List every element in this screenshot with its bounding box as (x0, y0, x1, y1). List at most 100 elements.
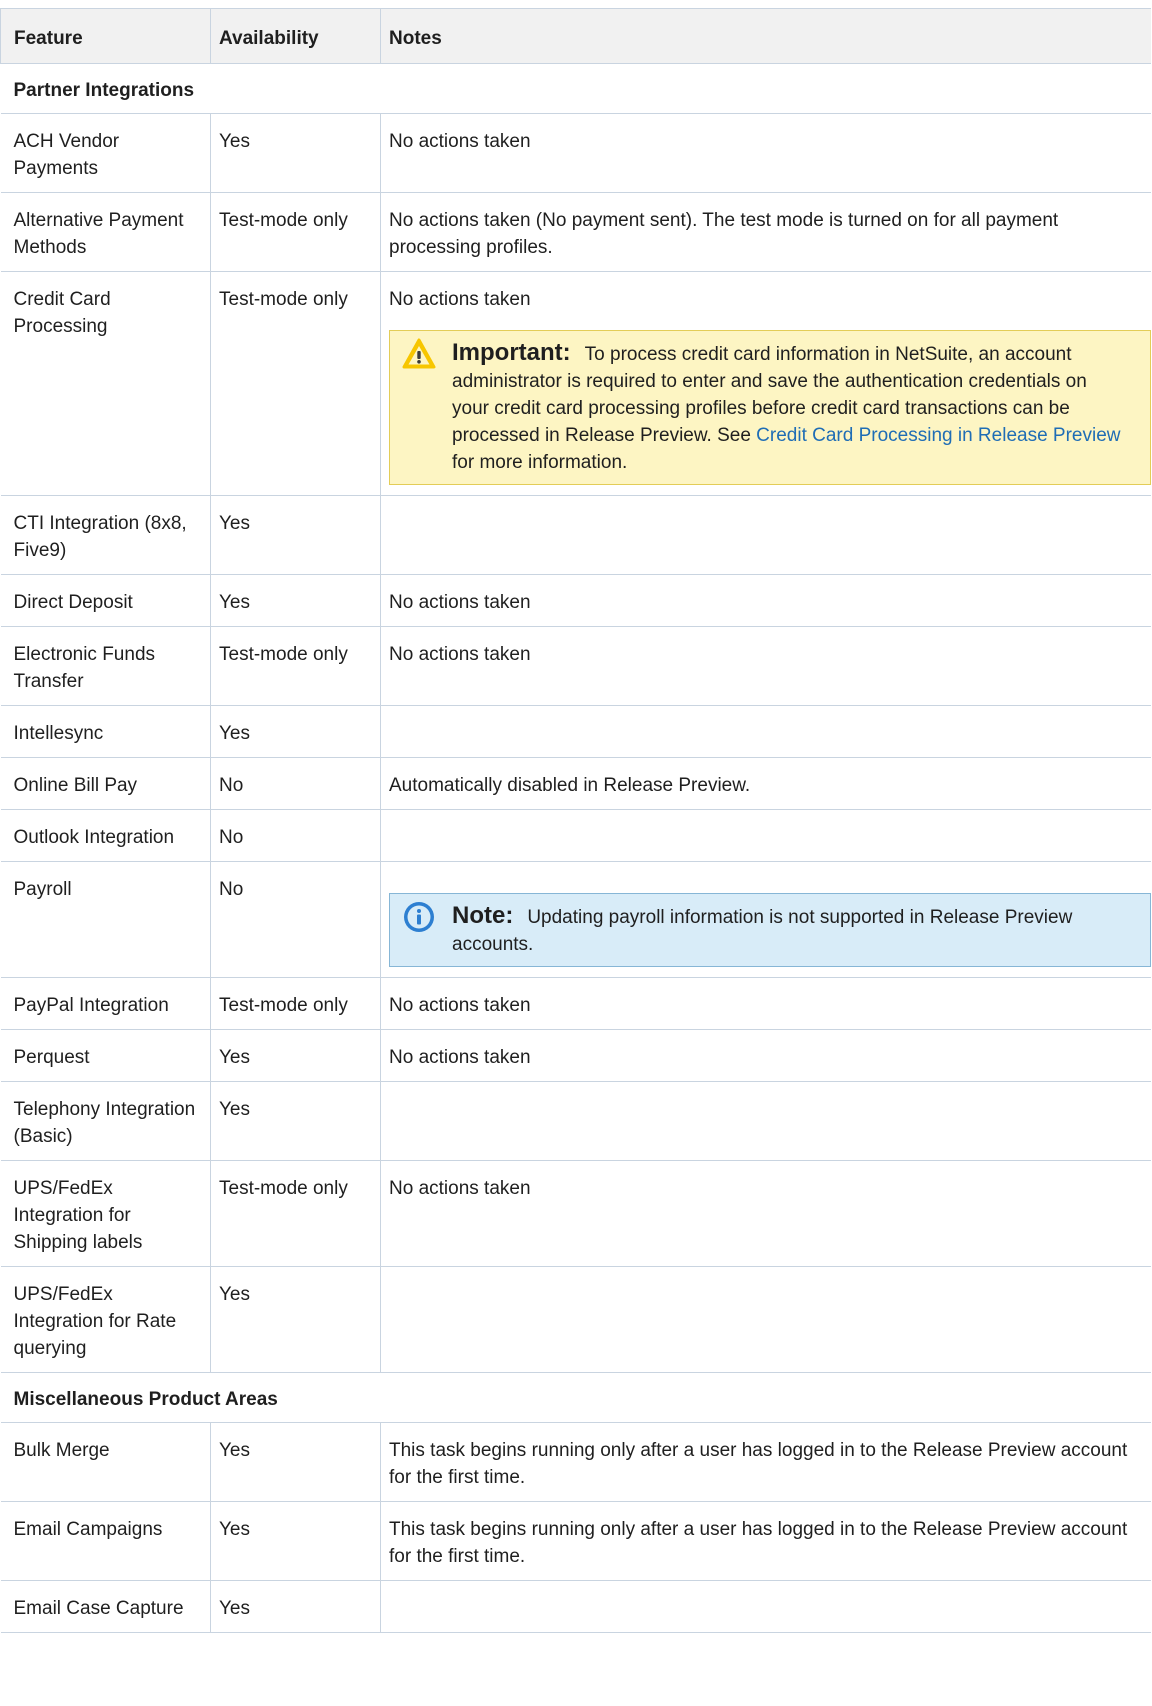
table-row: Direct Deposit Yes No actions taken (0, 574, 1151, 627)
column-header-availability: Availability (210, 8, 381, 64)
table-row: PayPal Integration Test-mode only No actio… (0, 977, 1151, 1030)
feature-cell: Payroll (0, 861, 211, 978)
feature-cell: Online Bill Pay (0, 757, 211, 810)
availability-cell: Yes (210, 1422, 381, 1502)
notes-cell: This task begins running only after a us… (380, 1501, 1151, 1581)
notes-cell: This task begins running only after a us… (380, 1422, 1151, 1502)
table-row: UPS/FedEx Integration for Shipping label… (0, 1160, 1151, 1267)
notes-cell: No actions taken (380, 1029, 1151, 1082)
notes-cell (380, 1580, 1151, 1633)
section-title: Partner Integrations (0, 63, 1151, 114)
table-row: Online Bill Pay No Automatically disabled … (0, 757, 1151, 810)
availability-cell: Yes (210, 1580, 381, 1633)
notes-cell (380, 809, 1151, 862)
important-callout: Important: To process credit card informa… (389, 330, 1151, 485)
notes-text: No actions taken (389, 1178, 531, 1199)
table-row: Alternative Payment Methods Test-mode onl… (0, 192, 1151, 272)
availability-cell: Yes (210, 574, 381, 627)
availability-cell: Yes (210, 113, 381, 193)
table-row: Email Case Capture Yes (0, 1580, 1151, 1633)
availability-cell: Test-mode only (210, 626, 381, 706)
table-row: Email Campaigns Yes This task begins runni… (0, 1501, 1151, 1581)
notes-cell: No actions taken (380, 113, 1151, 193)
availability-cell: Yes (210, 705, 381, 758)
section-header-row: Miscellaneous Product Areas (0, 1372, 1151, 1423)
info-icon (404, 902, 434, 932)
table-row: Perquest Yes No actions taken (0, 1029, 1151, 1082)
callout-title: Important: (452, 339, 571, 366)
notes-cell: Automatically disabled in Release Previe… (380, 757, 1151, 810)
notes-text: No actions taken (389, 995, 531, 1016)
availability-cell: Test-mode only (210, 271, 381, 496)
table-row: UPS/FedEx Integration for Rate querying Y… (0, 1266, 1151, 1373)
availability-cell: No (210, 757, 381, 810)
feature-cell: UPS/FedEx Integration for Rate querying (0, 1266, 211, 1373)
table-row: CTI Integration (8x8, Five9) Yes (0, 495, 1151, 575)
column-header-feature: Feature (0, 8, 211, 64)
notes-cell (380, 495, 1151, 575)
notes-text: Automatically disabled in Release Previe… (389, 775, 751, 796)
feature-cell: Email Campaigns (0, 1501, 211, 1581)
feature-cell: Telephony Integration (Basic) (0, 1081, 211, 1161)
feature-availability-table: Feature Availability Notes Partner Integ… (0, 8, 1151, 1633)
feature-cell: PayPal Integration (0, 977, 211, 1030)
availability-cell: No (210, 861, 381, 978)
table-row: Telephony Integration (Basic) Yes (0, 1081, 1151, 1161)
notes-cell: No actions taken Important: To process cre… (380, 271, 1151, 496)
feature-cell: CTI Integration (8x8, Five9) (0, 495, 211, 575)
table-row: Intellesync Yes (0, 705, 1151, 758)
availability-cell: Yes (210, 1501, 381, 1581)
column-header-notes: Notes (380, 8, 1151, 64)
feature-cell: Intellesync (0, 705, 211, 758)
table-row: ACH Vendor Payments Yes No actions taken (0, 113, 1151, 193)
callout-text-after: for more information. (452, 452, 628, 473)
notes-text: This task begins running only after a us… (389, 1519, 1128, 1567)
notes-text: This task begins running only after a us… (389, 1440, 1128, 1488)
notes-cell: Note: Updating payroll information is not… (380, 861, 1151, 978)
notes-text: No actions taken (389, 592, 531, 613)
feature-cell: Alternative Payment Methods (0, 192, 211, 272)
availability-cell: Test-mode only (210, 192, 381, 272)
section-title: Miscellaneous Product Areas (0, 1372, 1151, 1423)
notes-cell (380, 1266, 1151, 1373)
table-row: Electronic Funds Transfer Test-mode only N… (0, 626, 1151, 706)
feature-cell: Direct Deposit (0, 574, 211, 627)
notes-cell: No actions taken (380, 1160, 1151, 1267)
notes-cell (380, 705, 1151, 758)
feature-cell: Email Case Capture (0, 1580, 211, 1633)
availability-cell: Test-mode only (210, 977, 381, 1030)
availability-cell: Yes (210, 1081, 381, 1161)
notes-text: No actions taken (389, 289, 531, 310)
table-row: Bulk Merge Yes This task begins running on… (0, 1422, 1151, 1502)
table-row: Payroll No Note: Updating payroll informati… (0, 861, 1151, 978)
notes-cell: No actions taken (380, 574, 1151, 627)
warning-icon (402, 338, 436, 369)
callout-link[interactable]: Credit Card Processing in Release Previe… (756, 425, 1120, 446)
table-row: Credit Card Processing Test-mode only No a… (0, 271, 1151, 496)
notes-text: No actions taken (389, 644, 531, 665)
note-callout: Note: Updating payroll information is not… (389, 893, 1151, 967)
feature-cell: ACH Vendor Payments (0, 113, 211, 193)
callout-text: Updating payroll information is not supp… (452, 907, 1073, 955)
feature-cell: UPS/FedEx Integration for Shipping label… (0, 1160, 211, 1267)
feature-cell: Credit Card Processing (0, 271, 211, 496)
notes-cell (380, 1081, 1151, 1161)
callout-title: Note: (452, 902, 514, 929)
availability-cell: Yes (210, 1266, 381, 1373)
table-header-row: Feature Availability Notes (0, 8, 1151, 64)
notes-cell: No actions taken (380, 977, 1151, 1030)
notes-text: No actions taken (389, 1047, 531, 1068)
notes-text: No actions taken (389, 131, 531, 152)
availability-cell: No (210, 809, 381, 862)
notes-text: No actions taken (No payment sent). The … (389, 210, 1059, 258)
notes-cell: No actions taken (No payment sent). The … (380, 192, 1151, 272)
feature-cell: Outlook Integration (0, 809, 211, 862)
availability-cell: Test-mode only (210, 1160, 381, 1267)
availability-cell: Yes (210, 495, 381, 575)
availability-cell: Yes (210, 1029, 381, 1082)
table-row: Outlook Integration No (0, 809, 1151, 862)
feature-cell: Bulk Merge (0, 1422, 211, 1502)
notes-cell: No actions taken (380, 626, 1151, 706)
feature-cell: Perquest (0, 1029, 211, 1082)
feature-cell: Electronic Funds Transfer (0, 626, 211, 706)
